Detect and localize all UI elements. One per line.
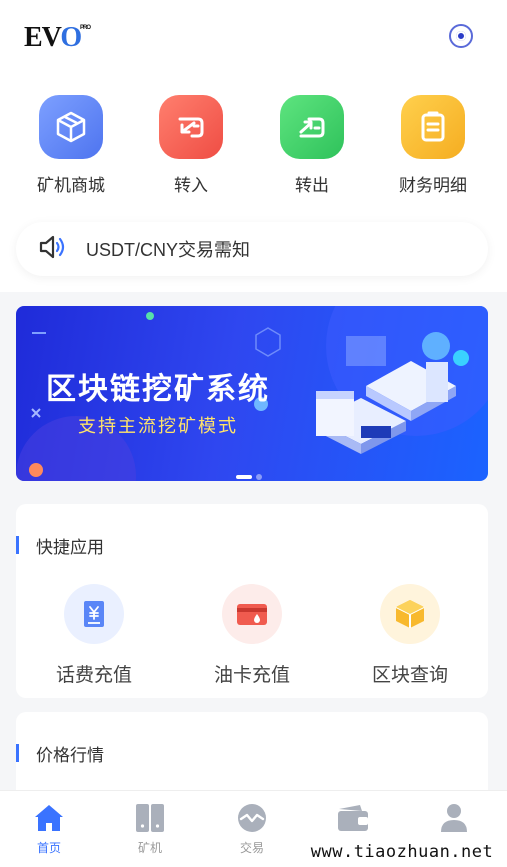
grid-item-miner-store[interactable]: 矿机商城 — [21, 95, 121, 196]
clipboard-icon — [401, 95, 465, 159]
yen-card-icon — [64, 584, 124, 644]
grid-item-transfer-in[interactable]: 转入 — [141, 95, 241, 196]
grid-label: 财务明细 — [399, 176, 467, 195]
wallet-icon — [323, 801, 383, 835]
logo: EVO PRO — [24, 22, 91, 53]
carousel-dot[interactable] — [256, 473, 262, 480]
app-fuel-recharge[interactable]: 油卡充值 — [192, 584, 312, 687]
watermark: www.tiaozhuan.net — [297, 836, 507, 867]
section-marker — [16, 744, 19, 762]
app-label: 话费充值 — [55, 665, 132, 686]
fuel-card-icon — [222, 584, 282, 644]
box-icon — [380, 584, 440, 644]
transfer-out-icon — [280, 95, 344, 159]
quick-grid: 矿机商城 转入 转出 财务明细 — [0, 95, 507, 195]
tab-label: 矿机 — [137, 841, 162, 855]
tab-home[interactable]: 首页 — [19, 801, 79, 856]
section-marker — [16, 536, 19, 554]
user-icon — [424, 801, 484, 835]
speaker-icon — [38, 234, 68, 265]
language-icon[interactable] — [449, 24, 473, 48]
cube-icon — [39, 95, 103, 159]
grid-label: 矿机商城 — [37, 176, 105, 195]
top-section: EVO PRO 矿机商城 转入 转出 财务明细 USDT/CNY交易需知 — [0, 0, 507, 292]
section-header: 价格行情 — [16, 742, 104, 765]
miner-icon — [120, 801, 180, 835]
trade-icon — [222, 801, 282, 835]
tab-miner[interactable]: 矿机 — [120, 801, 180, 856]
section-title: 价格行情 — [36, 745, 104, 765]
grid-label: 转出 — [295, 176, 329, 195]
carousel-dot-active[interactable] — [236, 474, 252, 479]
app-phone-recharge[interactable]: 话费充值 — [34, 584, 154, 687]
tab-label: 交易 — [239, 841, 264, 855]
home-icon — [19, 801, 79, 835]
banner-carousel[interactable]: 区块链挖矿系统 支持主流挖矿模式 — [16, 306, 488, 481]
app-label: 区块查询 — [371, 665, 448, 686]
grid-item-finance-detail[interactable]: 财务明细 — [383, 95, 483, 196]
app-label: 油卡充值 — [213, 665, 290, 686]
quick-apps-card: 快捷应用 话费充值 油卡充值 区块查询 — [16, 504, 488, 698]
transfer-in-icon — [159, 95, 223, 159]
grid-label: 转入 — [174, 176, 208, 195]
carousel-indicator — [236, 468, 266, 481]
tab-label: 首页 — [36, 841, 61, 855]
banner-subtitle: 支持主流挖矿模式 — [78, 416, 238, 436]
tab-trade[interactable]: 交易 — [222, 801, 282, 856]
app-block-query[interactable]: 区块查询 — [350, 584, 470, 687]
section-header: 快捷应用 — [16, 534, 104, 557]
section-title: 快捷应用 — [36, 537, 104, 557]
notice-text: USDT/CNY交易需知 — [86, 240, 251, 260]
notice-bar[interactable]: USDT/CNY交易需知 — [16, 222, 488, 276]
grid-item-transfer-out[interactable]: 转出 — [262, 95, 362, 196]
banner-title: 区块链挖矿系统 — [46, 373, 270, 406]
